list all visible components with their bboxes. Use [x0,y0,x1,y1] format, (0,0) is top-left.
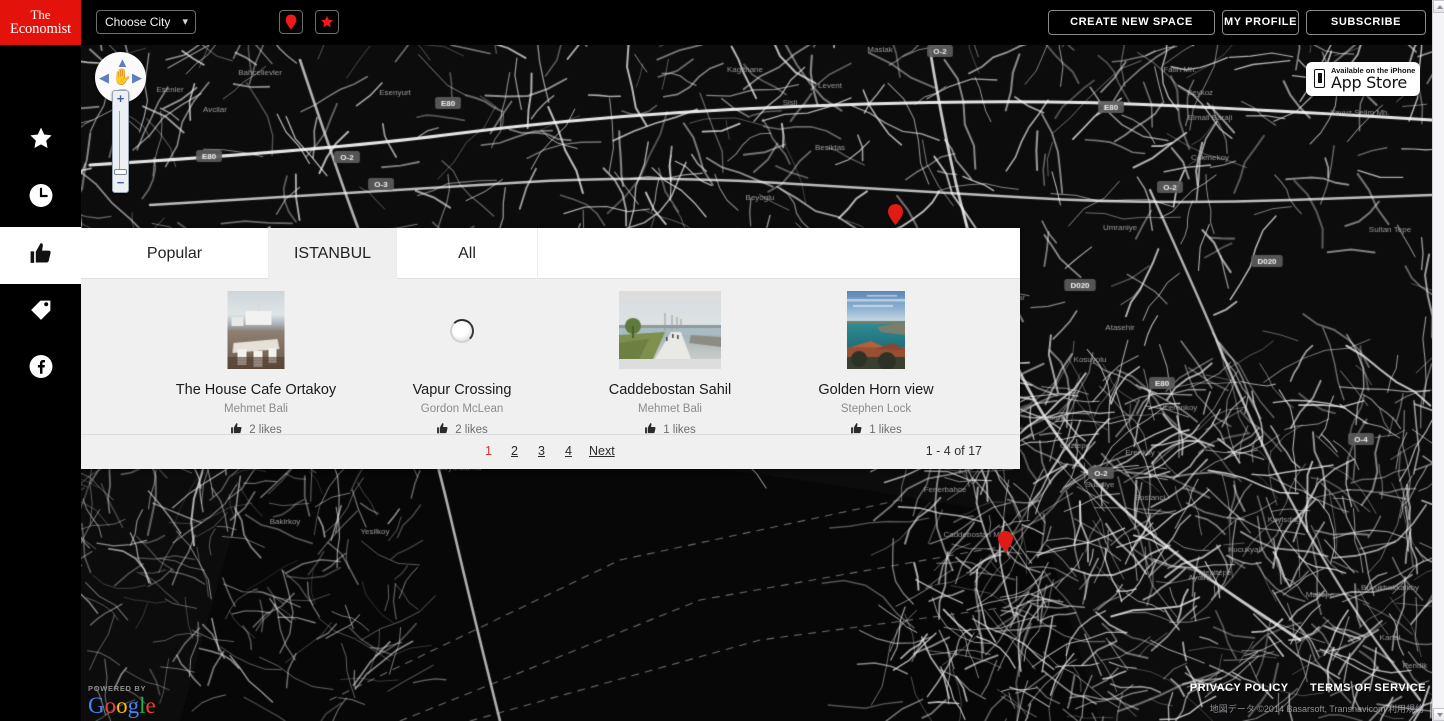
result-count: 1 - 4 of 17 [925,444,982,458]
map-attribution: 地図データ ©2014 Basarsoft, Transnavicom 利用規約 [1209,704,1424,714]
pagination: 1 2 3 4 Next 1 - 4 of 17 [81,434,1020,469]
map-marker[interactable] [998,531,1013,557]
loading-spinner-icon [450,319,474,343]
next-page-link[interactable]: Next [589,444,615,458]
card-thumbnail [619,291,721,369]
tab-popular[interactable]: Popular [81,228,269,279]
my-profile-button[interactable]: MY PROFILE [1222,10,1299,35]
sidebar-item-likes[interactable] [0,227,81,284]
chevron-down-icon: ▾ [182,16,188,28]
space-card[interactable]: Caddebostan Sahil Mehmet Bali 1 likes [566,279,774,436]
tab-all[interactable]: All [397,228,538,279]
card-author: Stephen Lock [840,403,912,415]
logo-line-1: The [30,7,51,22]
panel-tabbar: Popular ISTANBUL All [81,228,1020,279]
pan-left-icon[interactable]: ◀ [99,71,109,84]
card-thumbnail [227,291,285,369]
choose-city-dropdown[interactable]: Choose City ▾ [96,10,196,34]
card-thumbnail [847,291,905,369]
pan-hand-icon[interactable]: ✋ [112,67,132,87]
scroll-down-button[interactable] [1433,708,1444,721]
zoom-out-button[interactable]: − [113,176,128,191]
space-card[interactable]: Golden Horn view Stephen Lock 1 likes [772,279,980,436]
card-thumbnail-wrap [358,291,566,376]
map-marker[interactable] [888,204,903,230]
sidebar-item-favorites[interactable] [0,112,81,169]
star-icon [28,126,54,156]
card-grid: The House Cafe Ortakoy Mehmet Bali 2 lik… [81,279,1020,436]
terms-of-service-link[interactable]: TERMS OF SERVICE [1310,682,1426,694]
left-sidebar [0,45,81,721]
star-button[interactable] [315,10,339,34]
privacy-policy-link[interactable]: PRIVACY POLICY [1190,682,1289,694]
content-panel: Popular ISTANBUL All The House Cafe Orta… [81,228,1020,469]
google-attribution-logo: POWERED BY Google [88,684,156,717]
sidebar-item-recent[interactable] [0,169,81,226]
app-store-label: App Store [1331,73,1407,92]
clock-icon [28,183,53,213]
card-title: Vapur Crossing [412,382,512,398]
economist-logo[interactable]: The Economist [0,0,81,45]
app-store-badge[interactable]: Available on the iPhone App Store [1306,62,1420,96]
card-author: Mehmet Bali [638,403,702,415]
page-scrollbar[interactable] [1432,0,1444,721]
subscribe-button[interactable]: SUBSCRIBE [1306,10,1426,35]
iphone-icon [1314,69,1325,88]
create-new-space-button[interactable]: CREATE NEW SPACE [1048,10,1215,35]
app-root: ▲ ▼ ◀ ▶ ✋ + − Available on the iPhone Ap… [0,0,1444,721]
pan-right-icon[interactable]: ▶ [132,71,142,84]
top-header-bar: The Economist Choose City ▾ CREATE NEW S… [0,0,1432,45]
card-thumbnail-wrap [772,291,980,376]
card-title: Caddebostan Sahil [608,382,732,398]
choose-city-label: Choose City [105,15,171,29]
page-link-3[interactable]: 3 [538,444,545,458]
map-pin-icon [285,14,297,30]
thumbs-up-icon [28,241,54,271]
card-title: The House Cafe Ortakoy [175,382,337,398]
sidebar-item-facebook[interactable] [0,340,81,397]
logo-line-2: Economist [9,21,72,37]
page-link-1[interactable]: 1 [485,444,492,458]
google-wordmark: Google [88,693,156,718]
zoom-slider[interactable]: + − [112,90,129,193]
space-card[interactable]: Vapur Crossing Gordon McLean 2 likes [358,279,566,436]
facebook-icon [28,354,53,384]
zoom-ticks [119,111,122,173]
map-pan-zoom-control[interactable]: ▲ ▼ ◀ ▶ ✋ + − [95,52,147,193]
tag-icon [28,297,54,327]
card-title: Golden Horn view [818,382,934,398]
map-pin-button[interactable] [279,10,303,34]
powered-by-label: POWERED BY [88,684,147,693]
tab-istanbul[interactable]: ISTANBUL [269,228,397,279]
page-link-4[interactable]: 4 [565,444,572,458]
star-icon [321,15,333,28]
space-card[interactable]: The House Cafe Ortakoy Mehmet Bali 2 lik… [152,279,360,436]
sidebar-item-tags[interactable] [0,283,81,340]
scroll-up-button[interactable] [1433,0,1444,13]
zoom-in-button[interactable]: + [113,92,128,107]
card-author: Mehmet Bali [224,403,288,415]
footer-links: PRIVACY POLICY TERMS OF SERVICE [1172,682,1426,694]
card-thumbnail-wrap [566,291,774,376]
page-link-2[interactable]: 2 [511,444,518,458]
card-thumbnail-wrap [152,291,360,376]
card-author: Gordon McLean [420,403,504,415]
